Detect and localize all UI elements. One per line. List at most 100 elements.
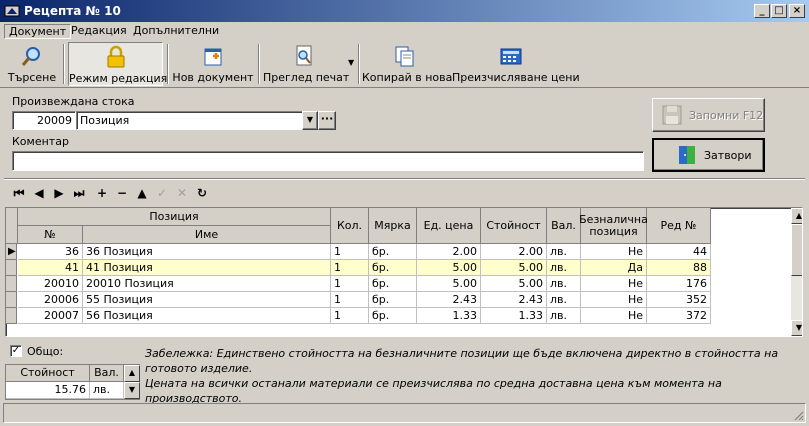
cell-name[interactable]: 20010 Позиция [83,276,331,292]
cell-cur[interactable]: лв. [547,244,581,260]
cell-value[interactable]: 2.43 [481,292,547,308]
new-document-button[interactable]: Нов документ [172,42,254,86]
cell-unit[interactable]: бр. [369,244,417,260]
scroll-thumb[interactable] [791,224,802,276]
cashless-column-header[interactable]: Безналична позиция [579,208,648,244]
scroll-down-icon[interactable]: ▼ [791,320,802,336]
cell-name[interactable]: 56 Позиция [83,308,331,324]
currency-column-header[interactable]: Вал. [547,208,581,244]
cell-qty[interactable]: 1 [331,260,369,276]
cell-price[interactable]: 1.33 [417,308,481,324]
qty-column-header[interactable]: Кол. [331,208,369,244]
next-record-icon[interactable]: ▶ [50,184,68,202]
row-no-column-header[interactable]: Ред № [647,208,711,244]
cell-unit[interactable]: бр. [369,308,417,324]
totals-label: Общо: [27,345,64,358]
post-edit-icon[interactable]: ✓ [153,184,171,202]
cell-qty[interactable]: 1 [331,308,369,324]
cell-cur[interactable]: лв. [547,292,581,308]
value-column-header[interactable]: Стойност [481,208,547,244]
prior-record-icon[interactable]: ◀ [30,184,48,202]
comment-label: Коментар [12,135,69,148]
cell-qty[interactable]: 1 [331,244,369,260]
cell-unit[interactable]: бр. [369,292,417,308]
last-record-icon[interactable]: ⏭ [70,184,88,202]
cell-num[interactable]: 36 [18,244,83,260]
vertical-scrollbar[interactable]: ▲ ▼ [791,208,802,336]
cell-num[interactable]: 20007 [18,308,83,324]
refresh-icon[interactable]: ↻ [193,184,211,202]
delete-record-icon[interactable]: − [113,184,131,202]
close-window-button[interactable]: × [789,4,805,18]
cell-value[interactable]: 2.00 [481,244,547,260]
product-name-field[interactable]: Позиция [76,111,304,130]
cell-cashless[interactable]: Не [581,308,647,324]
print-preview-button[interactable]: Преглед печат [263,42,349,86]
row-indicator[interactable] [6,308,17,324]
cell-row[interactable]: 352 [647,292,711,308]
cell-name[interactable]: 36 Позиция [83,244,331,260]
cell-name[interactable]: 55 Позиция [83,292,331,308]
cell-row[interactable]: 372 [647,308,711,324]
row-indicator[interactable] [6,276,17,292]
menu-document[interactable]: Документ [4,24,72,39]
cell-price[interactable]: 2.00 [417,244,481,260]
cell-value[interactable]: 1.33 [481,308,547,324]
menu-edit[interactable]: Редакция [67,24,131,39]
search-button[interactable]: Търсене [4,42,60,86]
cell-num[interactable]: 20006 [18,292,83,308]
cell-name[interactable]: 41 Позиция [83,260,331,276]
copy-to-new-button[interactable]: Копирай в нова [362,42,452,86]
cell-cashless[interactable]: Не [581,292,647,308]
unit-column-header[interactable]: Мярка [369,208,417,244]
row-indicator[interactable]: ▶ [6,244,17,260]
first-record-icon[interactable]: ⏮ [10,184,28,202]
cell-num[interactable]: 41 [18,260,83,276]
cell-unit[interactable]: бр. [369,260,417,276]
product-code-field[interactable]: 20009 [12,111,76,130]
cell-qty[interactable]: 1 [331,276,369,292]
close-button[interactable]: Затвори [652,138,765,172]
cell-num[interactable]: 20010 [18,276,83,292]
num-column-header[interactable]: № [18,226,83,244]
product-browse-button[interactable]: ··· [318,111,336,130]
dropdown-arrow-icon[interactable]: ▼ [348,58,354,67]
cell-cur[interactable]: лв. [547,308,581,324]
cell-qty[interactable]: 1 [331,292,369,308]
name-column-header[interactable]: Име [83,226,331,244]
cell-cashless[interactable]: Не [581,244,647,260]
comment-field[interactable] [12,151,644,171]
cell-cur[interactable]: лв. [547,276,581,292]
cell-row[interactable]: 88 [647,260,711,276]
resize-grip-icon[interactable] [792,409,804,421]
cell-row[interactable]: 176 [647,276,711,292]
cell-cashless[interactable]: Да [581,260,647,276]
cell-cashless[interactable]: Не [581,276,647,292]
menu-additional[interactable]: Допълнителни [129,24,223,39]
cell-unit[interactable]: бр. [369,276,417,292]
row-indicator[interactable] [6,292,17,308]
unit-price-column-header[interactable]: Ед. цена [417,208,481,244]
totals-scroll-down-icon[interactable]: ▼ [124,382,140,399]
scroll-up-icon[interactable]: ▲ [791,208,802,224]
cell-value[interactable]: 5.00 [481,260,547,276]
edit-record-icon[interactable]: ▲ [133,184,151,202]
save-button[interactable]: Запомни F12 [652,98,765,132]
totals-scroll-up-icon[interactable]: ▲ [124,365,140,382]
cell-price[interactable]: 5.00 [417,276,481,292]
items-grid[interactable]: Позиция № Име Кол. Мярка Ед. цена Стойно… [5,207,803,337]
recalculate-prices-button[interactable]: Преизчисляване цени [452,42,580,86]
insert-record-icon[interactable]: + [93,184,111,202]
totals-checkbox[interactable]: ✓ [10,345,22,357]
maximize-button[interactable]: □ [771,4,787,18]
edit-mode-button[interactable]: Режим редакция [68,42,167,86]
product-dropdown-button[interactable]: ▼ [302,111,318,130]
cell-price[interactable]: 5.00 [417,260,481,276]
cancel-edit-icon[interactable]: ✕ [173,184,191,202]
minimize-button[interactable]: _ [754,4,770,18]
cell-price[interactable]: 2.43 [417,292,481,308]
cell-row[interactable]: 44 [647,244,711,260]
row-indicator[interactable] [6,260,17,276]
cell-value[interactable]: 5.00 [481,276,547,292]
cell-cur[interactable]: лв. [547,260,581,276]
